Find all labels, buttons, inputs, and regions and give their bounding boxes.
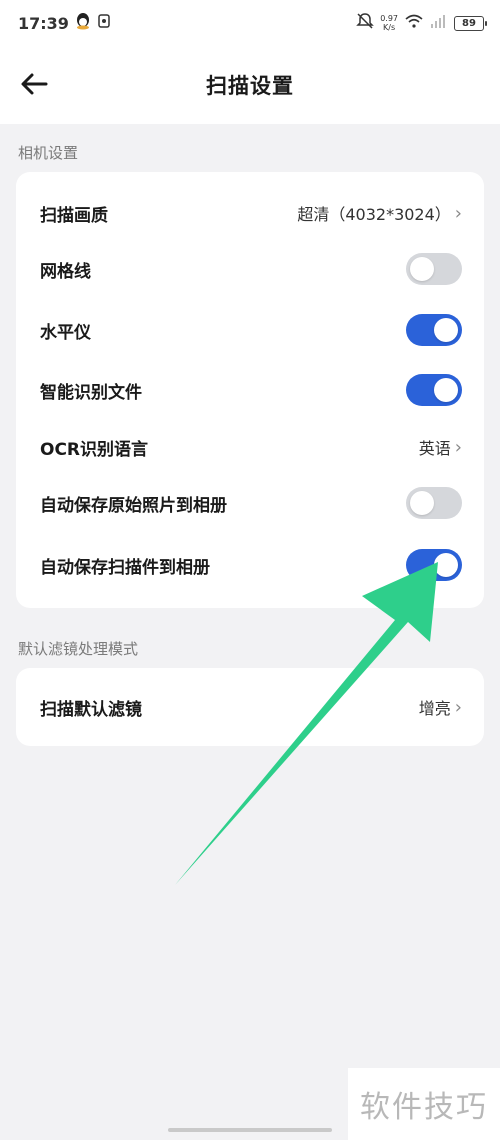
- notification-icon: [97, 13, 111, 33]
- row-grid-lines: 网格线: [16, 240, 484, 298]
- chevron-right-icon: ›: [454, 436, 462, 458]
- smart-detect-toggle[interactable]: [406, 374, 462, 406]
- default-filter-value: 增亮: [418, 699, 451, 718]
- net-speed: 0.97 K/s: [380, 14, 398, 32]
- chevron-right-icon: ›: [454, 202, 462, 224]
- back-button[interactable]: [18, 68, 50, 100]
- watermark: 软件技巧: [348, 1068, 500, 1140]
- level-toggle[interactable]: [406, 314, 462, 346]
- signal-icon: [430, 14, 448, 32]
- status-time: 17:39: [18, 13, 69, 33]
- wifi-icon: [404, 13, 424, 33]
- scan-quality-value: 超清（4032*3024）: [297, 205, 451, 224]
- row-smart-detect: 智能识别文件: [16, 361, 484, 419]
- ocr-language-value: 英语: [418, 439, 451, 458]
- app-header: 扫描设置: [0, 46, 500, 124]
- section-label-camera: 相机设置: [18, 144, 79, 162]
- row-ocr-language[interactable]: OCR识别语言 英语 ›: [16, 418, 484, 476]
- row-save-scan: 自动保存扫描件到相册: [16, 536, 484, 594]
- home-indicator: [168, 1128, 332, 1132]
- camera-settings-card: 扫描画质 超清（4032*3024） › 网格线 水平仪 智能识别文件 OCR识…: [16, 172, 484, 608]
- save-scan-toggle[interactable]: [406, 549, 462, 581]
- page-title: 扫描设置: [206, 74, 294, 98]
- battery-indicator: 89: [454, 15, 487, 31]
- row-level: 水平仪: [16, 301, 484, 359]
- mute-icon: [356, 12, 374, 34]
- section-label-filter: 默认滤镜处理模式: [18, 640, 139, 658]
- chevron-right-icon: ›: [454, 696, 462, 718]
- arrow-left-icon: [21, 73, 48, 95]
- filter-settings-card: 扫描默认滤镜 增亮 ›: [16, 668, 484, 746]
- qq-notification-icon: [75, 12, 91, 34]
- row-default-filter[interactable]: 扫描默认滤镜 增亮 ›: [16, 678, 484, 736]
- row-scan-quality[interactable]: 扫描画质 超清（4032*3024） ›: [16, 184, 484, 242]
- save-original-toggle[interactable]: [406, 487, 462, 519]
- status-bar: 17:39 0.97 K/s 89: [0, 0, 500, 46]
- grid-lines-toggle[interactable]: [406, 253, 462, 285]
- scan-settings-screen: 17:39 0.97 K/s 89 扫描设置 相机设置 扫描画质 超清（4032…: [0, 0, 500, 1140]
- row-save-original: 自动保存原始照片到相册: [16, 474, 484, 532]
